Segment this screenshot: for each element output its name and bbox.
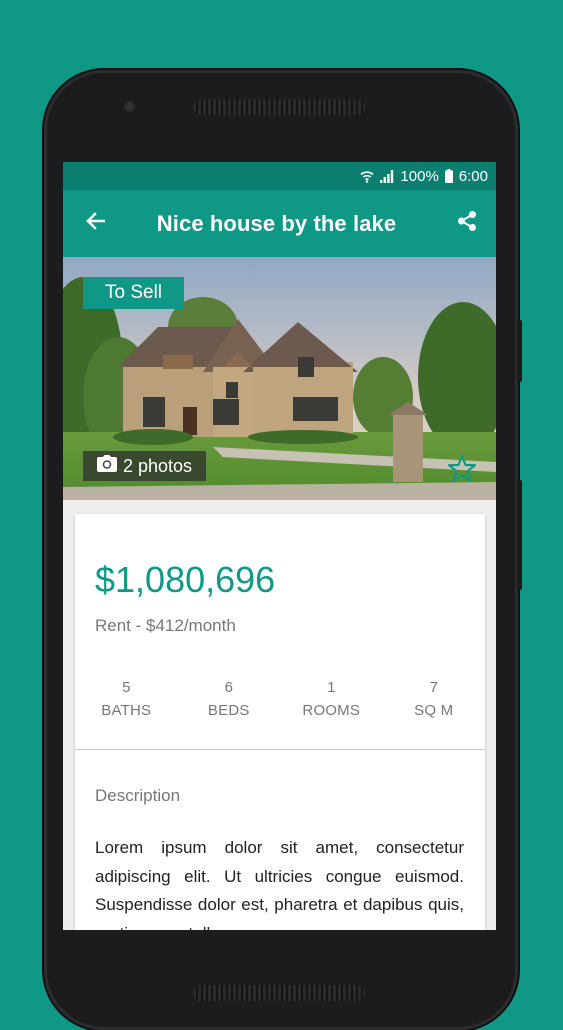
power-button — [517, 320, 522, 382]
property-stats: 5 BATHS 6 BEDS 1 ROOMS 7 SQ M — [75, 679, 485, 719]
stat-label: SQ M — [414, 702, 454, 719]
photos-count-label: 2 photos — [123, 455, 193, 476]
back-button[interactable] — [63, 190, 127, 257]
stat-label: BEDS — [207, 702, 250, 719]
property-photo[interactable]: To Sell 2 photos — [63, 257, 496, 500]
stat-label: ROOMS — [302, 702, 361, 719]
stat-area: 7 SQ M — [383, 679, 486, 719]
star-outline-icon — [447, 454, 477, 487]
arrow-back-icon — [85, 211, 106, 236]
share-button[interactable] — [438, 190, 496, 257]
status-bar: 100% 6:00 — [63, 162, 496, 190]
listing-details-card: $1,080,696 Rent - $412/month 5 BATHS 6 B… — [75, 514, 485, 930]
stat-rooms: 1 ROOMS — [280, 679, 383, 719]
front-camera — [124, 101, 135, 112]
price: $1,080,696 — [95, 559, 276, 600]
photos-count-button[interactable]: 2 photos — [83, 451, 207, 481]
app-bar: Nice house by the lake — [63, 190, 496, 257]
listing-status-badge: To Sell — [83, 277, 184, 309]
battery-icon — [444, 169, 453, 183]
stat-value: 6 — [224, 679, 233, 696]
bottom-speaker — [193, 985, 365, 1001]
stat-value: 5 — [122, 679, 131, 696]
stat-label: BATHS — [101, 702, 152, 719]
stat-value: 7 — [429, 679, 438, 696]
rent-price: Rent - $412/month — [95, 616, 236, 635]
battery-percent: 100% — [400, 167, 439, 185]
divider — [75, 749, 485, 750]
description-text: Lorem ipsum dolor sit amet, consectetur … — [95, 838, 464, 930]
app-screen: 100% 6:00 Nice house by the lake To Sell… — [63, 162, 496, 930]
signal-icon — [380, 169, 394, 183]
stat-baths: 5 BATHS — [75, 679, 178, 719]
stat-beds: 6 BEDS — [178, 679, 281, 719]
volume-button — [517, 480, 522, 590]
share-icon — [456, 210, 478, 237]
clock: 6:00 — [458, 167, 488, 185]
description-heading: Description — [95, 786, 181, 805]
camera-icon — [97, 455, 117, 477]
page-title: Nice house by the lake — [156, 210, 397, 236]
stat-value: 1 — [327, 679, 336, 696]
wifi-icon — [360, 170, 374, 183]
earpiece-speaker — [193, 99, 365, 115]
favorite-button[interactable] — [447, 454, 477, 488]
